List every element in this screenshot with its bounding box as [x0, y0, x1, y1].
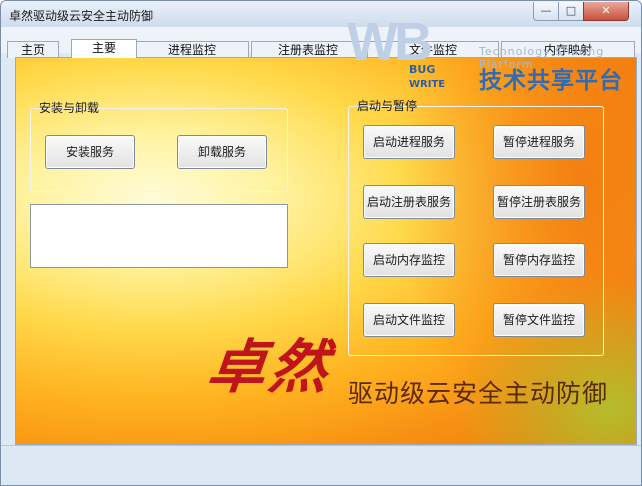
main-tab-panel: 安装与卸载 安装服务 卸载服务 启动与暂停 启动进程服务 暂停进程服务 启动注册…	[15, 57, 637, 445]
pause-memory-monitor-button[interactable]: 暂停内存监控	[493, 243, 585, 277]
install-group: 安装与卸载 安装服务 卸载服务	[30, 101, 288, 192]
watermark-logo: WB BUG WRITE Technology Sharing Platform…	[339, 9, 639, 97]
install-service-button[interactable]: 安装服务	[45, 135, 135, 169]
tab-home[interactable]: 主页	[7, 41, 59, 58]
start-stop-group: 启动与暂停 启动进程服务 暂停进程服务 启动注册表服务 暂停注册表服务 启动内存…	[348, 99, 604, 356]
pause-file-monitor-button[interactable]: 暂停文件监控	[493, 303, 585, 337]
pause-process-service-button[interactable]: 暂停进程服务	[493, 125, 585, 159]
start-process-service-button[interactable]: 启动进程服务	[363, 125, 455, 159]
watermark-write: WRITE	[409, 79, 446, 90]
watermark-bug: BUG	[409, 63, 436, 76]
start-stop-group-title: 启动与暂停	[357, 99, 418, 113]
tab-main[interactable]: 主要	[71, 39, 137, 58]
status-bar	[1, 445, 641, 485]
window-title: 卓然驱动级云安全主动防御	[9, 9, 154, 23]
watermark-chinese: 技术共享平台	[479, 68, 623, 94]
tab-process-monitor[interactable]: 进程监控	[135, 41, 249, 58]
start-registry-service-button[interactable]: 启动注册表服务	[363, 185, 455, 219]
brand-tagline: 驱动级云安全主动防御	[348, 379, 609, 408]
brand-calligraphy: 卓然	[203, 333, 336, 401]
start-file-monitor-button[interactable]: 启动文件监控	[363, 303, 455, 337]
install-group-title: 安装与卸载	[39, 101, 100, 115]
start-memory-monitor-button[interactable]: 启动内存监控	[363, 243, 455, 277]
pause-registry-service-button[interactable]: 暂停注册表服务	[493, 185, 585, 219]
output-box[interactable]	[30, 204, 288, 268]
uninstall-service-button[interactable]: 卸载服务	[177, 135, 267, 169]
app-window: 卓然驱动级云安全主动防御 — □ ✕ 主页 主要 进程监控 注册表监控 文件监控…	[0, 0, 642, 486]
